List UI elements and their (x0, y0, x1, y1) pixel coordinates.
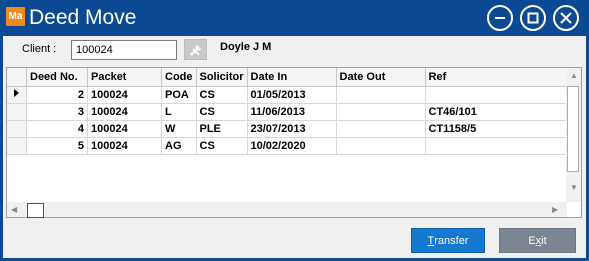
cell-ref[interactable]: CT46/101 (425, 103, 572, 121)
maximize-icon (527, 12, 539, 24)
transfer-accesskey: T (427, 234, 435, 247)
cell-solicitor[interactable]: CS (196, 103, 248, 121)
row-selector-header (7, 68, 27, 87)
scroll-up-icon[interactable]: ▲ (570, 72, 578, 80)
exit-button[interactable]: Ex it (499, 228, 576, 253)
cell-ref[interactable] (425, 86, 572, 104)
transfer-label: ransfer (434, 234, 469, 247)
horizontal-scrollbar[interactable]: ◀ ▶ (7, 202, 567, 218)
cell-code[interactable]: POA (161, 86, 197, 104)
window-title: Deed Move (29, 6, 137, 29)
deed-move-window: Ma Deed Move Client : Doyle J M (0, 0, 589, 261)
exit-label-start: E (528, 234, 536, 247)
cell-solicitor[interactable]: CS (196, 137, 248, 155)
cell-deed-no[interactable]: 4 (26, 120, 88, 138)
cell-date-out[interactable] (336, 86, 426, 104)
exit-label-end: it (541, 234, 547, 247)
cell-packet[interactable]: 100024 (87, 120, 162, 138)
cell-date-in[interactable]: 23/07/2013 (247, 120, 337, 138)
title-bar[interactable]: Ma Deed Move (0, 0, 589, 36)
row-selector[interactable] (7, 103, 27, 121)
cell-date-out[interactable] (336, 103, 426, 121)
tools-icon (189, 44, 201, 56)
client-input[interactable] (71, 40, 177, 60)
client-label: Client : (22, 43, 57, 55)
col-header-code[interactable]: Code (161, 68, 197, 87)
close-button[interactable] (553, 5, 579, 31)
cell-date-out[interactable] (336, 137, 426, 155)
cell-solicitor[interactable]: PLE (196, 120, 248, 138)
cell-packet[interactable]: 100024 (87, 137, 162, 155)
cell-date-out[interactable] (336, 120, 426, 138)
horizontal-scroll-thumb[interactable] (27, 203, 44, 218)
table-row[interactable]: 3 100024 L CS 11/06/2013 CT46/101 (7, 103, 572, 121)
minimize-button[interactable] (487, 5, 513, 31)
table-row[interactable]: 4 100024 W PLE 23/07/2013 CT1158/5 (7, 120, 572, 138)
cell-date-in[interactable]: 10/02/2020 (247, 137, 337, 155)
row-selector[interactable] (7, 120, 27, 138)
client-lookup-button[interactable] (184, 39, 207, 60)
cell-code[interactable]: L (161, 103, 197, 121)
cell-packet[interactable]: 100024 (87, 103, 162, 121)
client-name: Doyle J M (220, 41, 272, 53)
transfer-button[interactable]: Transfer (411, 228, 485, 253)
col-header-deed-no[interactable]: Deed No. (26, 68, 88, 87)
dialog-body: Client : Doyle J M Deed No. Packet Code … (3, 36, 586, 258)
current-row-indicator[interactable] (7, 86, 27, 104)
cell-ref[interactable] (425, 137, 572, 155)
deeds-grid[interactable]: Deed No. Packet Code Solicitor Date In D… (6, 67, 582, 218)
deeds-table: Deed No. Packet Code Solicitor Date In D… (7, 68, 572, 155)
cell-deed-no[interactable]: 5 (26, 137, 88, 155)
cell-packet[interactable]: 100024 (87, 86, 162, 104)
row-selector[interactable] (7, 137, 27, 155)
col-header-date-out[interactable]: Date Out (336, 68, 426, 87)
table-row[interactable]: 2 100024 POA CS 01/05/2013 (7, 86, 572, 104)
cell-code[interactable]: W (161, 120, 197, 138)
vertical-scroll-thumb[interactable] (567, 86, 579, 172)
cell-ref[interactable]: CT1158/5 (425, 120, 572, 138)
col-header-packet[interactable]: Packet (87, 68, 162, 87)
scroll-down-icon[interactable]: ▼ (570, 184, 578, 192)
row-pointer-icon (14, 89, 19, 97)
cell-solicitor[interactable]: CS (196, 86, 248, 104)
vertical-scrollbar[interactable]: ▲ ▼ (566, 68, 581, 202)
scroll-left-icon[interactable]: ◀ (11, 206, 17, 214)
table-row[interactable]: 5 100024 AG CS 10/02/2020 (7, 137, 572, 155)
minimize-icon (495, 17, 505, 19)
col-header-date-in[interactable]: Date In (247, 68, 337, 87)
maximize-button[interactable] (520, 5, 546, 31)
cell-date-in[interactable]: 11/06/2013 (247, 103, 337, 121)
col-header-solicitor[interactable]: Solicitor (196, 68, 248, 87)
col-header-ref[interactable]: Ref (425, 68, 572, 87)
cell-date-in[interactable]: 01/05/2013 (247, 86, 337, 104)
cell-code[interactable]: AG (161, 137, 197, 155)
cell-deed-no[interactable]: 3 (26, 103, 88, 121)
app-logo-icon: Ma (6, 7, 25, 26)
scroll-right-icon[interactable]: ▶ (552, 206, 558, 214)
header-row: Deed No. Packet Code Solicitor Date In D… (7, 68, 572, 87)
close-icon (560, 12, 572, 24)
cell-deed-no[interactable]: 2 (26, 86, 88, 104)
